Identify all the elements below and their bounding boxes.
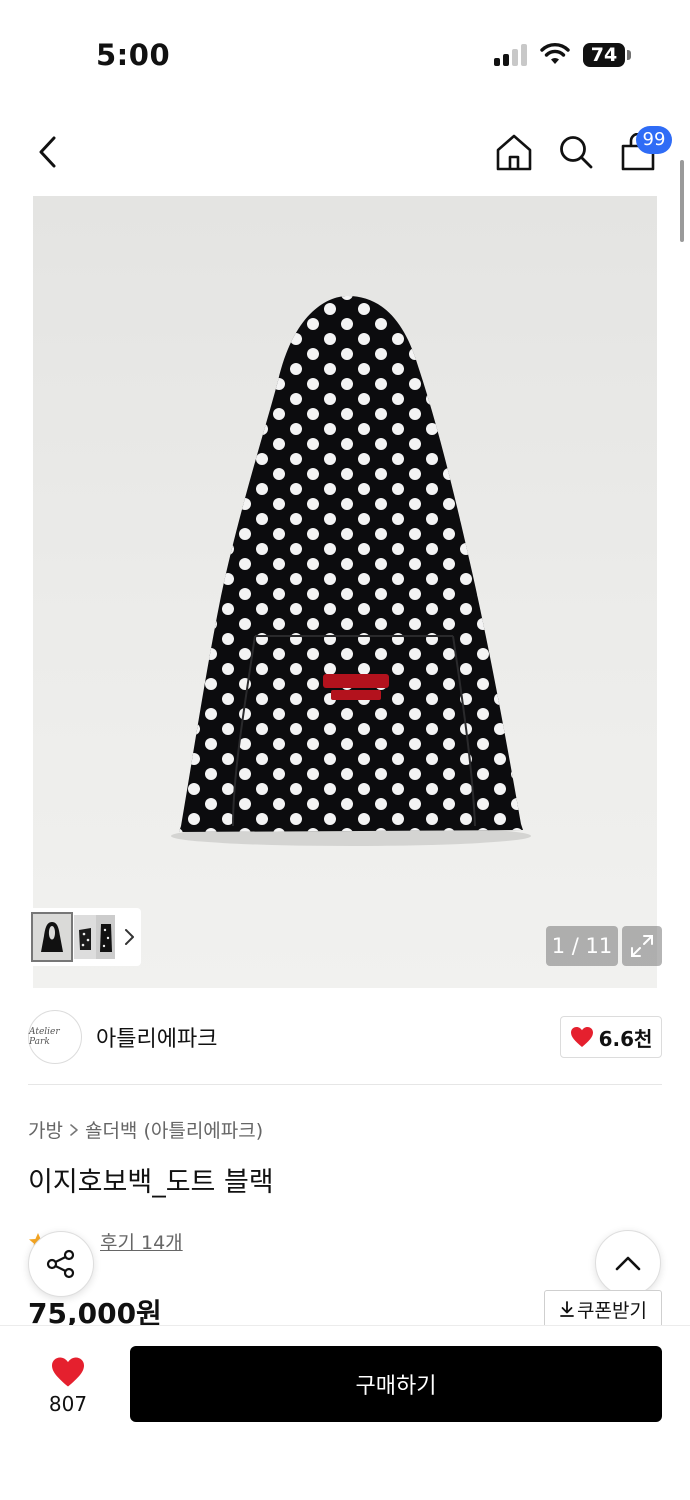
- heart-icon: [570, 1027, 593, 1047]
- expand-image-button[interactable]: [622, 926, 662, 966]
- product-title: 이지호보백_도트 블랙: [28, 1167, 274, 1198]
- thumbnail-image[interactable]: [95, 915, 116, 959]
- thumbnail-image[interactable]: [74, 915, 96, 959]
- chevron-up-icon: [615, 1256, 641, 1271]
- breadcrumb-category[interactable]: 가방: [28, 1116, 63, 1143]
- top-navigation: [0, 120, 690, 184]
- bag-label-patch-small: [331, 690, 381, 700]
- wishlist-count: 807: [48, 1392, 88, 1416]
- search-icon: [560, 136, 593, 169]
- scroll-to-top-button[interactable]: [595, 1230, 661, 1296]
- chevron-right-icon: [70, 1123, 78, 1136]
- brand-like-button[interactable]: 6.6천: [560, 1016, 662, 1058]
- wifi-icon: [540, 42, 570, 66]
- cellular-signal-icon: [494, 44, 528, 66]
- breadcrumb-subcategory[interactable]: 숄더백 (아틀리에파크): [85, 1116, 263, 1143]
- battery-tip: [627, 50, 631, 60]
- bottom-action-bar: 807 구매하기: [0, 1325, 690, 1500]
- brand-row: Atelier Park 아틀리에파크 6.6천: [0, 1008, 690, 1068]
- heart-icon: [52, 1357, 84, 1387]
- chevron-left-icon: [39, 136, 56, 168]
- status-bar: 5:00 74: [0, 0, 690, 110]
- cart-count-badge: 99: [636, 126, 672, 154]
- brand-like-count: 6.6천: [598, 1026, 653, 1051]
- coupon-download-button[interactable]: 쿠폰받기: [544, 1290, 662, 1328]
- home-icon: [496, 134, 532, 171]
- image-page-counter: 1 / 11: [546, 926, 618, 966]
- image-thumbnail-strip[interactable]: [28, 908, 141, 966]
- bag-label-patch: [323, 674, 389, 688]
- buy-button[interactable]: 구매하기: [130, 1346, 662, 1422]
- breadcrumb: 가방 숄더백 (아틀리에파크): [28, 1116, 263, 1143]
- scrollbar[interactable]: [680, 160, 684, 242]
- search-button[interactable]: [552, 128, 600, 176]
- dot-hobo-bag-illustration: [171, 296, 531, 846]
- share-icon: [46, 1249, 75, 1279]
- chevron-right-icon: [125, 929, 135, 945]
- product-image[interactable]: [33, 196, 657, 988]
- coupon-label: 쿠폰받기: [577, 1299, 647, 1322]
- thumbnail-image[interactable]: [31, 912, 74, 962]
- download-icon: [560, 1301, 574, 1317]
- brand-logo[interactable]: Atelier Park: [28, 1010, 82, 1064]
- home-button[interactable]: [490, 128, 538, 176]
- battery-icon: 74: [583, 43, 625, 67]
- brand-logo-text: Atelier Park: [29, 1027, 60, 1047]
- brand-name[interactable]: 아틀리에파크: [96, 1021, 217, 1053]
- wishlist-button[interactable]: 807: [28, 1346, 108, 1426]
- thumbnail-next-button[interactable]: [117, 922, 141, 952]
- share-button[interactable]: [28, 1231, 94, 1297]
- divider: [28, 1084, 662, 1085]
- review-count-link[interactable]: 후기 14개: [100, 1228, 183, 1255]
- expand-arrows-icon: [631, 935, 653, 957]
- back-button[interactable]: [24, 128, 72, 176]
- status-time: 5:00: [96, 38, 171, 72]
